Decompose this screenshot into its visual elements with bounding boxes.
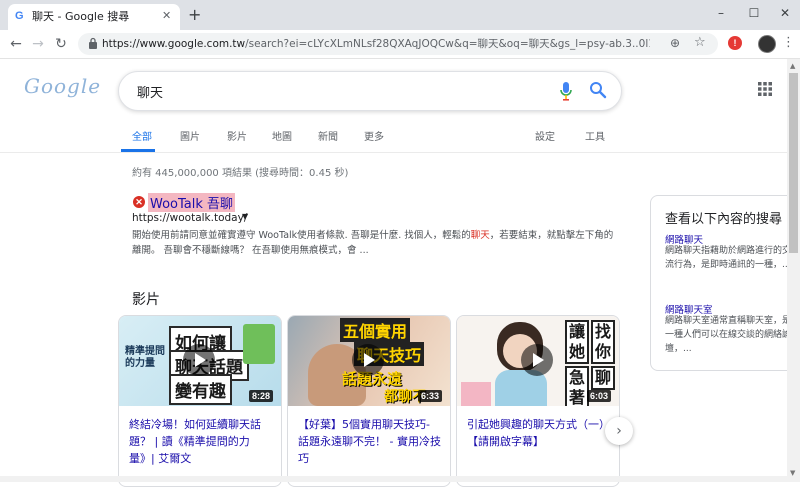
thumb-caption: 找你	[591, 320, 615, 364]
site-error-icon: ✕	[133, 196, 145, 208]
extension-icon[interactable]: !	[728, 36, 742, 50]
browser-menu-icon[interactable]: ⋮	[782, 35, 795, 51]
play-icon[interactable]	[352, 344, 384, 376]
browser-tab[interactable]: G 聊天 - Google 搜尋 ✕	[8, 4, 180, 30]
google-favicon-icon: G	[15, 10, 24, 22]
tab-all[interactable]: 全部	[132, 128, 152, 143]
scrollbar-thumb[interactable]	[789, 73, 798, 253]
video-thumbnail[interactable]: 五個實用 聊天技巧 話題永遠 都聊不 6:33	[288, 316, 450, 406]
tab-title: 聊天 - Google 搜尋	[32, 10, 130, 23]
google-apps-icon[interactable]	[758, 82, 772, 96]
forward-arrow-icon[interactable]: →	[28, 34, 48, 54]
related-search-panel: 查看以下內容的搜尋 網路聊天 網路聊天指藉助於網路進行的交流行為，是即時通訊的一…	[650, 195, 800, 371]
result-snippet: 開始使用前請同意並確實遵守 WooTalk使用者條款. 吾聊是什麼. 找個人，輕…	[132, 228, 618, 258]
thumb-decoration	[461, 382, 491, 406]
thumb-caption: 聊	[591, 366, 615, 390]
browser-tab-strip: G 聊天 - Google 搜尋 ✕ + – ☐ ✕	[0, 0, 800, 30]
thumb-caption: 讓她	[565, 320, 589, 364]
video-title-link[interactable]: 【好葉】5個實用聊天技巧- 話題永遠聊不完！ - 實用冷技巧	[298, 416, 444, 467]
zoom-icon[interactable]: ⊕	[670, 36, 680, 50]
lock-icon	[89, 37, 97, 49]
result-stats: 約有 445,000,000 項結果 (搜尋時間：0.45 秒)	[132, 168, 349, 179]
tab-tools[interactable]: 工具	[585, 128, 605, 143]
url-host: https://www.google.com.tw	[102, 38, 246, 50]
panel-title: 查看以下內容的搜尋	[665, 212, 783, 227]
play-icon[interactable]	[521, 344, 553, 376]
video-thumbnail[interactable]: 讓她 急著 找你 聊 6:03	[457, 316, 619, 406]
tabs-divider	[0, 152, 800, 153]
thumb-caption: 急著	[565, 366, 589, 406]
reload-icon[interactable]: ↻	[51, 34, 71, 54]
browser-toolbar: ← → ↻ https://www.google.com.tw/search?e…	[0, 30, 800, 59]
tab-maps[interactable]: 地圖	[272, 128, 292, 143]
play-icon[interactable]	[183, 344, 215, 376]
snippet-highlight: 聊天	[470, 230, 490, 241]
minimize-button[interactable]: –	[707, 4, 735, 22]
tab-more[interactable]: 更多	[364, 128, 384, 143]
tab-close-icon[interactable]: ✕	[162, 9, 171, 22]
video-title-link[interactable]: 終結冷場！如何延續聊天話題？ | 讀《精準提問的力量》| 艾爾文	[129, 416, 275, 467]
snippet-text: 開始使用前請同意並確實遵守 WooTalk使用者條款. 吾聊是什麼. 找個人，輕…	[132, 230, 471, 241]
thumb-caption: 變有趣	[169, 374, 232, 405]
scroll-up-arrow-icon[interactable]: ▲	[790, 62, 795, 70]
close-window-button[interactable]: ✕	[771, 4, 799, 22]
video-duration: 8:28	[249, 390, 274, 402]
profile-avatar[interactable]	[758, 35, 776, 53]
maximize-button[interactable]: ☐	[740, 4, 768, 22]
tab-videos[interactable]: 影片	[227, 128, 247, 143]
video-thumbnail[interactable]: 精準提問的力量 如何讓 聊天話題 變有趣 8:28	[119, 316, 281, 406]
thumb-caption: 精準提問的力量	[125, 346, 165, 369]
url-path: /search?ei=cLYcXLmNLsf28QXAqJOQCw&q=聊天&o…	[245, 38, 650, 50]
result-title-link[interactable]: WooTalk 吾聊	[148, 193, 236, 212]
tab-settings[interactable]: 設定	[535, 128, 555, 143]
search-icon[interactable]	[589, 81, 607, 99]
videos-heading: 影片	[132, 292, 160, 308]
thumb-caption: 五個實用	[340, 318, 411, 342]
related-description: 網路聊天指藉助於網路進行的交流行為，是即時通訊的一種，...	[665, 246, 792, 270]
tab-images[interactable]: 圖片	[180, 128, 200, 143]
back-arrow-icon[interactable]: ←	[6, 34, 26, 54]
carousel-next-button[interactable]: ›	[605, 417, 633, 445]
google-logo[interactable]: Google	[24, 74, 101, 98]
vertical-scrollbar[interactable]: ▲ ▼	[787, 59, 800, 482]
address-bar[interactable]: https://www.google.com.tw/search?ei=cLYc…	[78, 33, 718, 55]
video-card[interactable]: 精準提問的力量 如何讓 聊天話題 變有趣 8:28 終結冷場！如何延續聊天話題？…	[118, 315, 282, 487]
bookmark-star-icon[interactable]: ☆	[694, 35, 706, 50]
video-title-link[interactable]: 引起她興趣的聊天方式（一）【請開啟字幕】	[467, 416, 613, 450]
scroll-down-arrow-icon[interactable]: ▼	[790, 469, 795, 477]
thumb-decoration	[243, 324, 275, 364]
video-duration: 6:03	[587, 390, 612, 402]
url-dropdown-arrow-icon[interactable]: ▼	[242, 212, 248, 221]
new-tab-button[interactable]: +	[188, 6, 201, 24]
video-duration: 6:33	[418, 390, 443, 402]
related-description: 網路聊天室通常直稱聊天室，是一種人們可以在線交談的網絡論壇，...	[665, 316, 792, 354]
result-url: https://wootalk.today/	[132, 212, 248, 224]
video-card[interactable]: 讓她 急著 找你 聊 6:03 引起她興趣的聊天方式（一）【請開啟字幕】	[456, 315, 620, 487]
tab-news[interactable]: 新聞	[318, 128, 338, 143]
url-text: https://www.google.com.tw/search?ei=cLYc…	[102, 37, 650, 51]
search-input[interactable]: 聊天	[137, 82, 163, 101]
video-card[interactable]: 五個實用 聊天技巧 話題永遠 都聊不 6:33 【好葉】5個實用聊天技巧- 話題…	[287, 315, 451, 487]
horizontal-scrollbar[interactable]	[0, 476, 787, 482]
microphone-icon[interactable]	[559, 81, 573, 101]
search-box[interactable]: 聊天	[118, 71, 622, 111]
